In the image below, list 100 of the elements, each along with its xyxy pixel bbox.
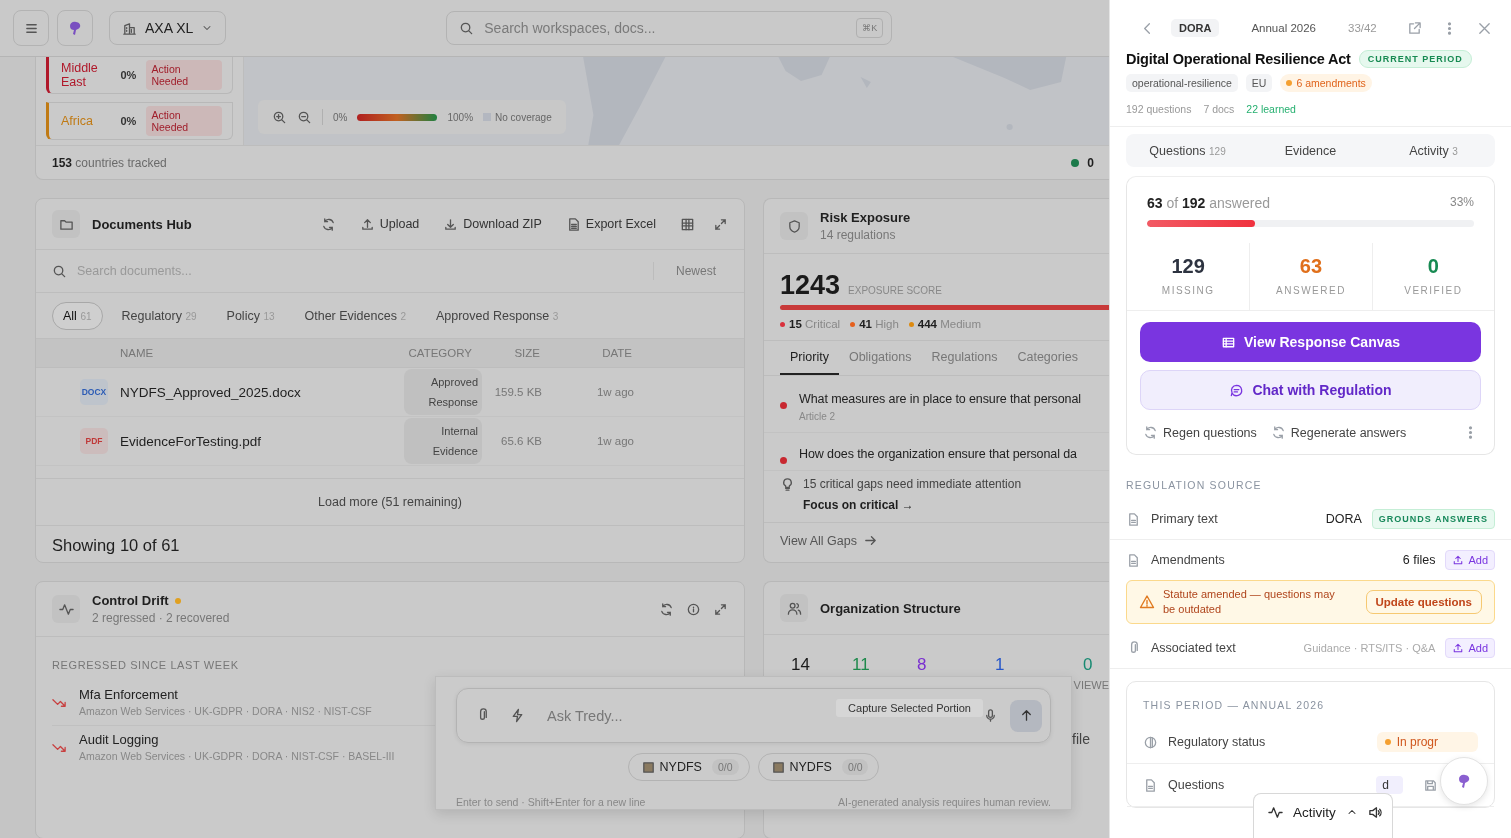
message-field[interactable]: Ask Tredy... [545, 706, 817, 725]
activity-bar[interactable]: Activity [1253, 793, 1393, 838]
focus-link[interactable]: Focus on critical → [803, 498, 1022, 512]
tab[interactable]: Priority [780, 341, 839, 375]
stat-value: 11 [852, 655, 871, 675]
progress-summary: 63 of 192 answered [1147, 195, 1270, 211]
exposure-score: 1243 [780, 270, 841, 301]
position-counter: 33/42 [1348, 22, 1377, 34]
section-label: THIS PERIOD — ANNUAL 2026 [1142, 698, 1326, 713]
period-badge: CURRENT PERIOD [1358, 50, 1472, 68]
count-badge: d [1376, 776, 1403, 794]
stat-label: VERIFIED [1404, 285, 1463, 296]
score-label: EXPOSURE SCORE [848, 285, 942, 296]
file-name[interactable]: EvidenceForTesting.pdf [120, 433, 356, 449]
hint-text: 15 critical gaps need immediate attention [803, 477, 1022, 491]
control-name[interactable]: Audit Logging [79, 732, 395, 747]
card-title: Control Drift [92, 593, 169, 608]
load-more-button[interactable]: Load more (51 remaining) [318, 495, 462, 509]
toolbar-button[interactable]: Download ZIP [443, 216, 542, 232]
tab[interactable]: Questions 129 [1126, 143, 1249, 158]
file-size: 159.5 KB [493, 386, 542, 398]
update-questions-button[interactable]: Update questions [1365, 590, 1482, 614]
region-card[interactable]: Middle East 0% Action Needed [46, 57, 233, 94]
legend-label: No coverage [495, 111, 552, 123]
card-title: Documents Hub [92, 216, 192, 232]
showing-count: Showing 10 of 61 [51, 535, 181, 556]
severity-count: 15 Critical [789, 318, 841, 330]
toolbar-button[interactable]: Export Excel [565, 216, 656, 232]
category-tag: Approved Response [404, 369, 482, 415]
workspace-selector[interactable]: AXA XL [109, 11, 227, 45]
control-frameworks: Amazon Web Services · UK-GDPR · DORA · NIST-CSF · BASEL-III [79, 750, 395, 762]
regenerate-button[interactable]: Regenerate answers [1270, 425, 1407, 440]
meta-text: 7 docs [1203, 103, 1235, 115]
stat-label: ANSWERED [1276, 285, 1346, 296]
toolbar-button[interactable]: Upload [359, 216, 420, 232]
stat-value: 1 [995, 655, 1006, 675]
view-response-canvas-button[interactable]: View Response Canvas [1140, 322, 1481, 362]
chat-composer[interactable]: Ask Tredy... Capture Selected Portion [456, 688, 1051, 743]
gap-question[interactable]: What measures are in place to ensure that personal [799, 392, 1081, 406]
countries-tracked: 153 countries tracked [52, 155, 167, 170]
meta-text: 22 learned [1246, 103, 1296, 115]
region-card[interactable]: Africa 0% Action Needed [46, 102, 233, 140]
status-badge: Action Needed [146, 60, 222, 90]
activity-label: Activity [1293, 804, 1336, 820]
region-percent: 0% [120, 115, 137, 127]
stat-value: 14 [791, 655, 811, 675]
section-label: REGULATION SOURCE [1125, 478, 1263, 493]
stat-value: 63 [1299, 255, 1323, 278]
warning-text: Statute amended — questions may be outdated [1163, 587, 1336, 617]
source-label: Amendments [1151, 553, 1225, 567]
file-type-badge: PDF [80, 428, 108, 454]
tab[interactable]: Evidence [1249, 143, 1372, 158]
card-subtitle: 2 regressed · 2 recovered [92, 611, 230, 625]
disclaimer: AI-generated analysis requires human review. [837, 796, 1051, 808]
stat-value: 129 [1171, 255, 1205, 278]
file-size: 65.6 KB [500, 435, 542, 447]
search-field[interactable]: Search workspaces, docs... [482, 19, 849, 37]
card-subtitle: 14 regulations [820, 228, 897, 242]
row-text: file [1072, 731, 1090, 747]
file-name[interactable]: NYDFS_Approved_2025.docx [120, 384, 356, 400]
grounds-badge: GROUNDS ANSWERS [1371, 509, 1495, 529]
file-date: 1w ago [595, 435, 634, 447]
stat-label: MISSING [1161, 285, 1215, 296]
source-label: Primary text [1151, 512, 1218, 526]
region-name: Middle East [61, 61, 99, 89]
tag: operational-resilience [1126, 74, 1238, 92]
gap-question[interactable]: How does the organization ensure that personal da [799, 447, 1077, 461]
article-label: Article 2 [799, 411, 837, 422]
period-label: Annual 2026 [1251, 22, 1316, 34]
source-value: 6 files [1402, 553, 1436, 567]
view-all-link[interactable]: View All Gaps [780, 533, 878, 548]
tab[interactable]: Activity 3 [1372, 143, 1495, 158]
region-percent: 0% [120, 69, 137, 81]
tag: 6 amendments [1280, 74, 1372, 92]
shortcut-hint: ⌘K [856, 18, 884, 38]
severity-count: 41 High [859, 318, 899, 330]
stat-value: 8 [917, 655, 928, 675]
category-tag: Internal Evidence [404, 418, 482, 464]
period-label: Regulatory status [1168, 735, 1266, 749]
status-badge: Action Needed [146, 106, 222, 136]
control-frameworks: Amazon Web Services · UK-GDPR · DORA · NIS2 · NIST-CSF [79, 705, 372, 717]
legend-max: 100% [447, 111, 474, 123]
stat-value: 0 [1427, 255, 1439, 278]
control-name[interactable]: Mfa Enforcement [79, 687, 372, 702]
card-title: Organization Structure [820, 600, 961, 616]
regulation-code: DORA [1171, 19, 1220, 37]
keyboard-hint: Enter to send · Shift+Enter for a new line [456, 796, 646, 808]
add-button[interactable]: Add [1445, 638, 1495, 658]
chat-with-regulation-button[interactable]: Chat with Regulation [1140, 370, 1481, 410]
section-label: REGRESSED SINCE LAST WEEK [51, 658, 240, 673]
meta-text: 192 questions [1126, 103, 1192, 115]
compliant-count: 0 [1087, 155, 1094, 170]
regenerate-button[interactable]: Regen questions [1143, 425, 1257, 440]
stat-label: VIEWE [1073, 679, 1109, 691]
add-button[interactable]: Add [1445, 550, 1495, 570]
regulation-title: Digital Operational Resilience Act [1126, 51, 1351, 67]
progress-percent: 33% [1449, 195, 1474, 211]
file-date: 1w ago [595, 386, 634, 398]
tooltip: Capture Selected Portion [836, 699, 983, 717]
severity-count: 444 Medium [917, 318, 982, 330]
